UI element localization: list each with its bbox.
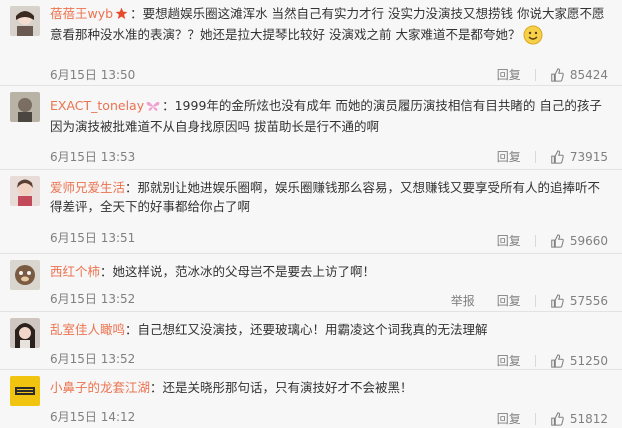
- divider: [534, 354, 536, 367]
- comment-text: 小鼻子的龙套江湖：还是关晓彤那句话，只有演技好才不会被黑！: [50, 378, 610, 397]
- like-count: 51250: [569, 353, 608, 368]
- comment-content: ：那就别让她进娱乐圈啊，娱乐圈赚钱那么容易，又想赚钱又要享受所有人的追捧听不得差…: [50, 180, 601, 214]
- comment-time: 6月15日 13:52: [50, 352, 136, 366]
- comment-username[interactable]: 西红个柿: [50, 264, 100, 279]
- reply-button[interactable]: 回复: [497, 410, 521, 427]
- comment-time: 6月15日 13:51: [50, 231, 136, 245]
- like-button[interactable]: 85424: [550, 68, 608, 82]
- comment-username[interactable]: 爱师兄爱生活: [50, 180, 125, 195]
- like-count: 59660: [569, 233, 608, 248]
- smiley-emoji-icon: [523, 25, 543, 50]
- comment-item: 西红个柿：她这样说，范冰冰的父母岂不是要去上访了啊！ 6月15日 13:52 举…: [0, 254, 622, 312]
- thumbs-up-icon: [551, 149, 564, 164]
- comment-content: ：自己想红又没演技，还要玻璃心！用霸凌这个词我真的无法理解: [125, 322, 488, 337]
- comment-content: ：还是关晓彤那句话，只有演技好才不会被黑！: [150, 380, 413, 395]
- divider: [534, 234, 536, 247]
- comment-time: 6月15日 13:52: [50, 292, 136, 306]
- comment-actions: 回复 51812: [497, 410, 608, 427]
- comment-text: 乱室佳人瞰鸣：自己想红又没演技，还要玻璃心！用霸凌这个词我真的无法理解: [50, 320, 610, 339]
- divider: [534, 294, 536, 307]
- reply-button[interactable]: 回复: [497, 66, 521, 83]
- star-badge-icon: [115, 6, 128, 25]
- comment-time: 6月15日 13:53: [50, 150, 136, 164]
- comment-content: ：要想趟娱乐圈这滩浑水 当然自己有实力才行 没实力没演技又想捞钱 你说大家愿不愿…: [50, 6, 605, 42]
- thumbs-up-icon: [551, 353, 564, 368]
- avatar[interactable]: [10, 318, 40, 348]
- reply-button[interactable]: 回复: [497, 232, 521, 249]
- reply-button[interactable]: 回复: [497, 292, 521, 309]
- comment-text: 蓓蓓王wyb ：要想趟娱乐圈这滩浑水 当然自己有实力才行 没实力没演技又想捞钱 你…: [50, 4, 610, 50]
- like-count: 73915: [569, 149, 608, 164]
- thumbs-up-icon: [551, 233, 564, 248]
- like-button[interactable]: 59660: [550, 234, 608, 248]
- avatar[interactable]: [10, 376, 40, 406]
- comment-username[interactable]: 乱室佳人瞰鸣: [50, 322, 125, 337]
- like-count: 85424: [569, 67, 608, 82]
- thumbs-up-icon: [551, 293, 564, 308]
- avatar[interactable]: [10, 92, 40, 122]
- comment-time: 6月15日 13:50: [50, 68, 136, 82]
- divider: [534, 150, 536, 163]
- avatar[interactable]: [10, 176, 40, 206]
- reply-button[interactable]: 回复: [497, 352, 521, 369]
- like-button[interactable]: 51812: [550, 412, 608, 426]
- comment-actions: 举报 回复 57556: [451, 292, 608, 309]
- comment-actions: 回复 51250: [497, 352, 608, 369]
- report-button[interactable]: 举报: [451, 292, 475, 309]
- like-button[interactable]: 57556: [550, 294, 608, 308]
- comment-username[interactable]: 蓓蓓王wyb: [50, 6, 113, 21]
- comment-text: 西红个柿：她这样说，范冰冰的父母岂不是要去上访了啊！: [50, 262, 610, 281]
- avatar[interactable]: [10, 260, 40, 290]
- comment-username[interactable]: 小鼻子的龙套江湖: [50, 380, 150, 395]
- butterfly-badge-icon: [146, 98, 160, 117]
- comment-text: EXACT_tonelay ：1999年的金所炫也没有成年 而她的演员履历演技相信…: [50, 96, 610, 136]
- comment-item: 爱师兄爱生活：那就别让她进娱乐圈啊，娱乐圈赚钱那么容易，又想赚钱又要享受所有人的…: [0, 170, 622, 254]
- comment-content: ：她这样说，范冰冰的父母岂不是要去上访了啊！: [100, 264, 376, 279]
- comment-text: 爱师兄爱生活：那就别让她进娱乐圈啊，娱乐圈赚钱那么容易，又想赚钱又要享受所有人的…: [50, 178, 610, 216]
- divider: [534, 68, 536, 81]
- comment-time: 6月15日 14:12: [50, 410, 136, 424]
- comment-item: 乱室佳人瞰鸣：自己想红又没演技，还要玻璃心！用霸凌这个词我真的无法理解 6月15…: [0, 312, 622, 370]
- comment-username[interactable]: EXACT_tonelay: [50, 98, 144, 113]
- comment-actions: 回复 85424: [497, 66, 608, 83]
- reply-button[interactable]: 回复: [497, 148, 521, 165]
- like-button[interactable]: 73915: [550, 150, 608, 164]
- divider: [534, 412, 536, 425]
- comment-actions: 回复 73915: [497, 148, 608, 165]
- like-count: 57556: [569, 293, 608, 308]
- comment-actions: 回复 59660: [497, 232, 608, 249]
- comment-item: 小鼻子的龙套江湖：还是关晓彤那句话，只有演技好才不会被黑！ 6月15日 14:1…: [0, 370, 622, 428]
- comment-feed: 蓓蓓王wyb ：要想趟娱乐圈这滩浑水 当然自己有实力才行 没实力没演技又想捞钱 你…: [0, 0, 622, 428]
- comment-item: EXACT_tonelay ：1999年的金所炫也没有成年 而她的演员履历演技相信…: [0, 86, 622, 170]
- thumbs-up-icon: [551, 411, 564, 426]
- comment-item: 蓓蓓王wyb ：要想趟娱乐圈这滩浑水 当然自己有实力才行 没实力没演技又想捞钱 你…: [0, 0, 622, 86]
- thumbs-up-icon: [551, 67, 564, 82]
- like-count: 51812: [569, 411, 608, 426]
- like-button[interactable]: 51250: [550, 354, 608, 368]
- avatar[interactable]: [10, 6, 40, 36]
